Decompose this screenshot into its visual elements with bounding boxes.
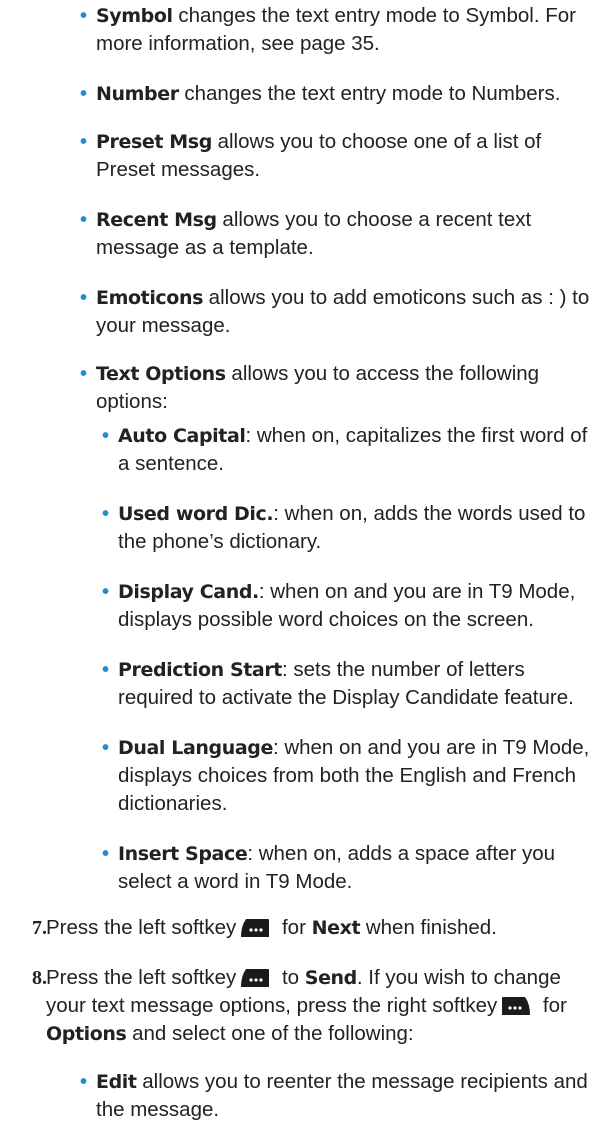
bullet-icon: • <box>102 425 110 447</box>
bullet-icon: • <box>80 209 88 231</box>
step-term: Next <box>311 917 361 939</box>
sub-item-auto-capital: • Auto Capital: when on, capitalizes the … <box>102 422 592 478</box>
list-item-emoticons: • Emoticons allows you to add emoticons s… <box>80 284 592 340</box>
list-item-preset-msg: • Preset Msg allows you to choose one of … <box>80 128 592 184</box>
term: Text Options <box>96 363 226 385</box>
bullet-icon: • <box>80 131 88 153</box>
bullet-icon: • <box>102 659 110 681</box>
term: Dual Language <box>118 737 273 759</box>
step-text: for <box>537 994 567 1017</box>
bullet-icon: • <box>80 83 88 105</box>
sub-item-used-word-dic: • Used word Dic.: when on, adds the words… <box>102 500 592 556</box>
step-term: Options <box>46 1023 127 1045</box>
left-softkey-icon <box>240 918 270 938</box>
term: Edit <box>96 1071 137 1093</box>
list-item-number: • Number changes the text entry mode to N… <box>80 80 592 108</box>
manual-page: • Symbol changes the text entry mode to S… <box>0 0 600 1121</box>
term: Symbol <box>96 5 173 27</box>
step-text: Press the left softkey <box>46 916 237 939</box>
term: Insert Space <box>118 843 248 865</box>
bullet-icon: • <box>80 287 88 309</box>
step-text: Press the left softkey <box>46 966 237 989</box>
step-number: 8. <box>32 967 47 989</box>
description: changes the text entry mode to Numbers. <box>178 82 561 105</box>
list-item-edit: • Edit allows you to reenter the message … <box>80 1068 592 1124</box>
bullet-icon: • <box>102 843 110 865</box>
term: Preset Msg <box>96 131 212 153</box>
step-text: and select one of the following: <box>126 1022 414 1045</box>
list-item-text-options: • Text Options allows you to access the f… <box>80 360 592 416</box>
term: Emoticons <box>96 287 203 309</box>
sub-item-dual-language: • Dual Language: when on and you are in T… <box>102 734 592 818</box>
term: Number <box>96 83 179 105</box>
step-number: 7. <box>32 917 47 939</box>
term: Used word Dic. <box>118 503 274 525</box>
description: allows you to reenter the message recipi… <box>96 1070 588 1121</box>
list-item-recent-msg: • Recent Msg allows you to choose a recen… <box>80 206 592 262</box>
left-softkey-icon <box>240 968 270 988</box>
step-7: 7. Press the left softkey for Next when f… <box>32 914 596 942</box>
step-text: when finished. <box>360 916 497 939</box>
sub-item-insert-space: • Insert Space: when on, adds a space aft… <box>102 840 592 896</box>
bullet-icon: • <box>80 5 88 27</box>
term: Prediction Start <box>118 659 282 681</box>
bullet-icon: • <box>80 363 88 385</box>
step-text: for <box>276 916 312 939</box>
right-softkey-icon <box>501 996 531 1016</box>
step-term: Send <box>304 967 358 989</box>
list-item-symbol: • Symbol changes the text entry mode to S… <box>80 2 592 58</box>
bullet-icon: • <box>102 581 110 603</box>
term: Display Cand. <box>118 581 259 603</box>
bullet-icon: • <box>80 1071 88 1093</box>
sub-item-prediction-start: • Prediction Start: sets the number of le… <box>102 656 592 712</box>
term: Auto Capital <box>118 425 246 447</box>
term: Recent Msg <box>96 209 217 231</box>
step-text: to <box>276 966 305 989</box>
bullet-icon: • <box>102 503 110 525</box>
sub-item-display-cand: • Display Cand.: when on and you are in T… <box>102 578 592 634</box>
bullet-icon: • <box>102 737 110 759</box>
step-8: 8. Press the left softkey to Send. If you… <box>32 964 596 1048</box>
